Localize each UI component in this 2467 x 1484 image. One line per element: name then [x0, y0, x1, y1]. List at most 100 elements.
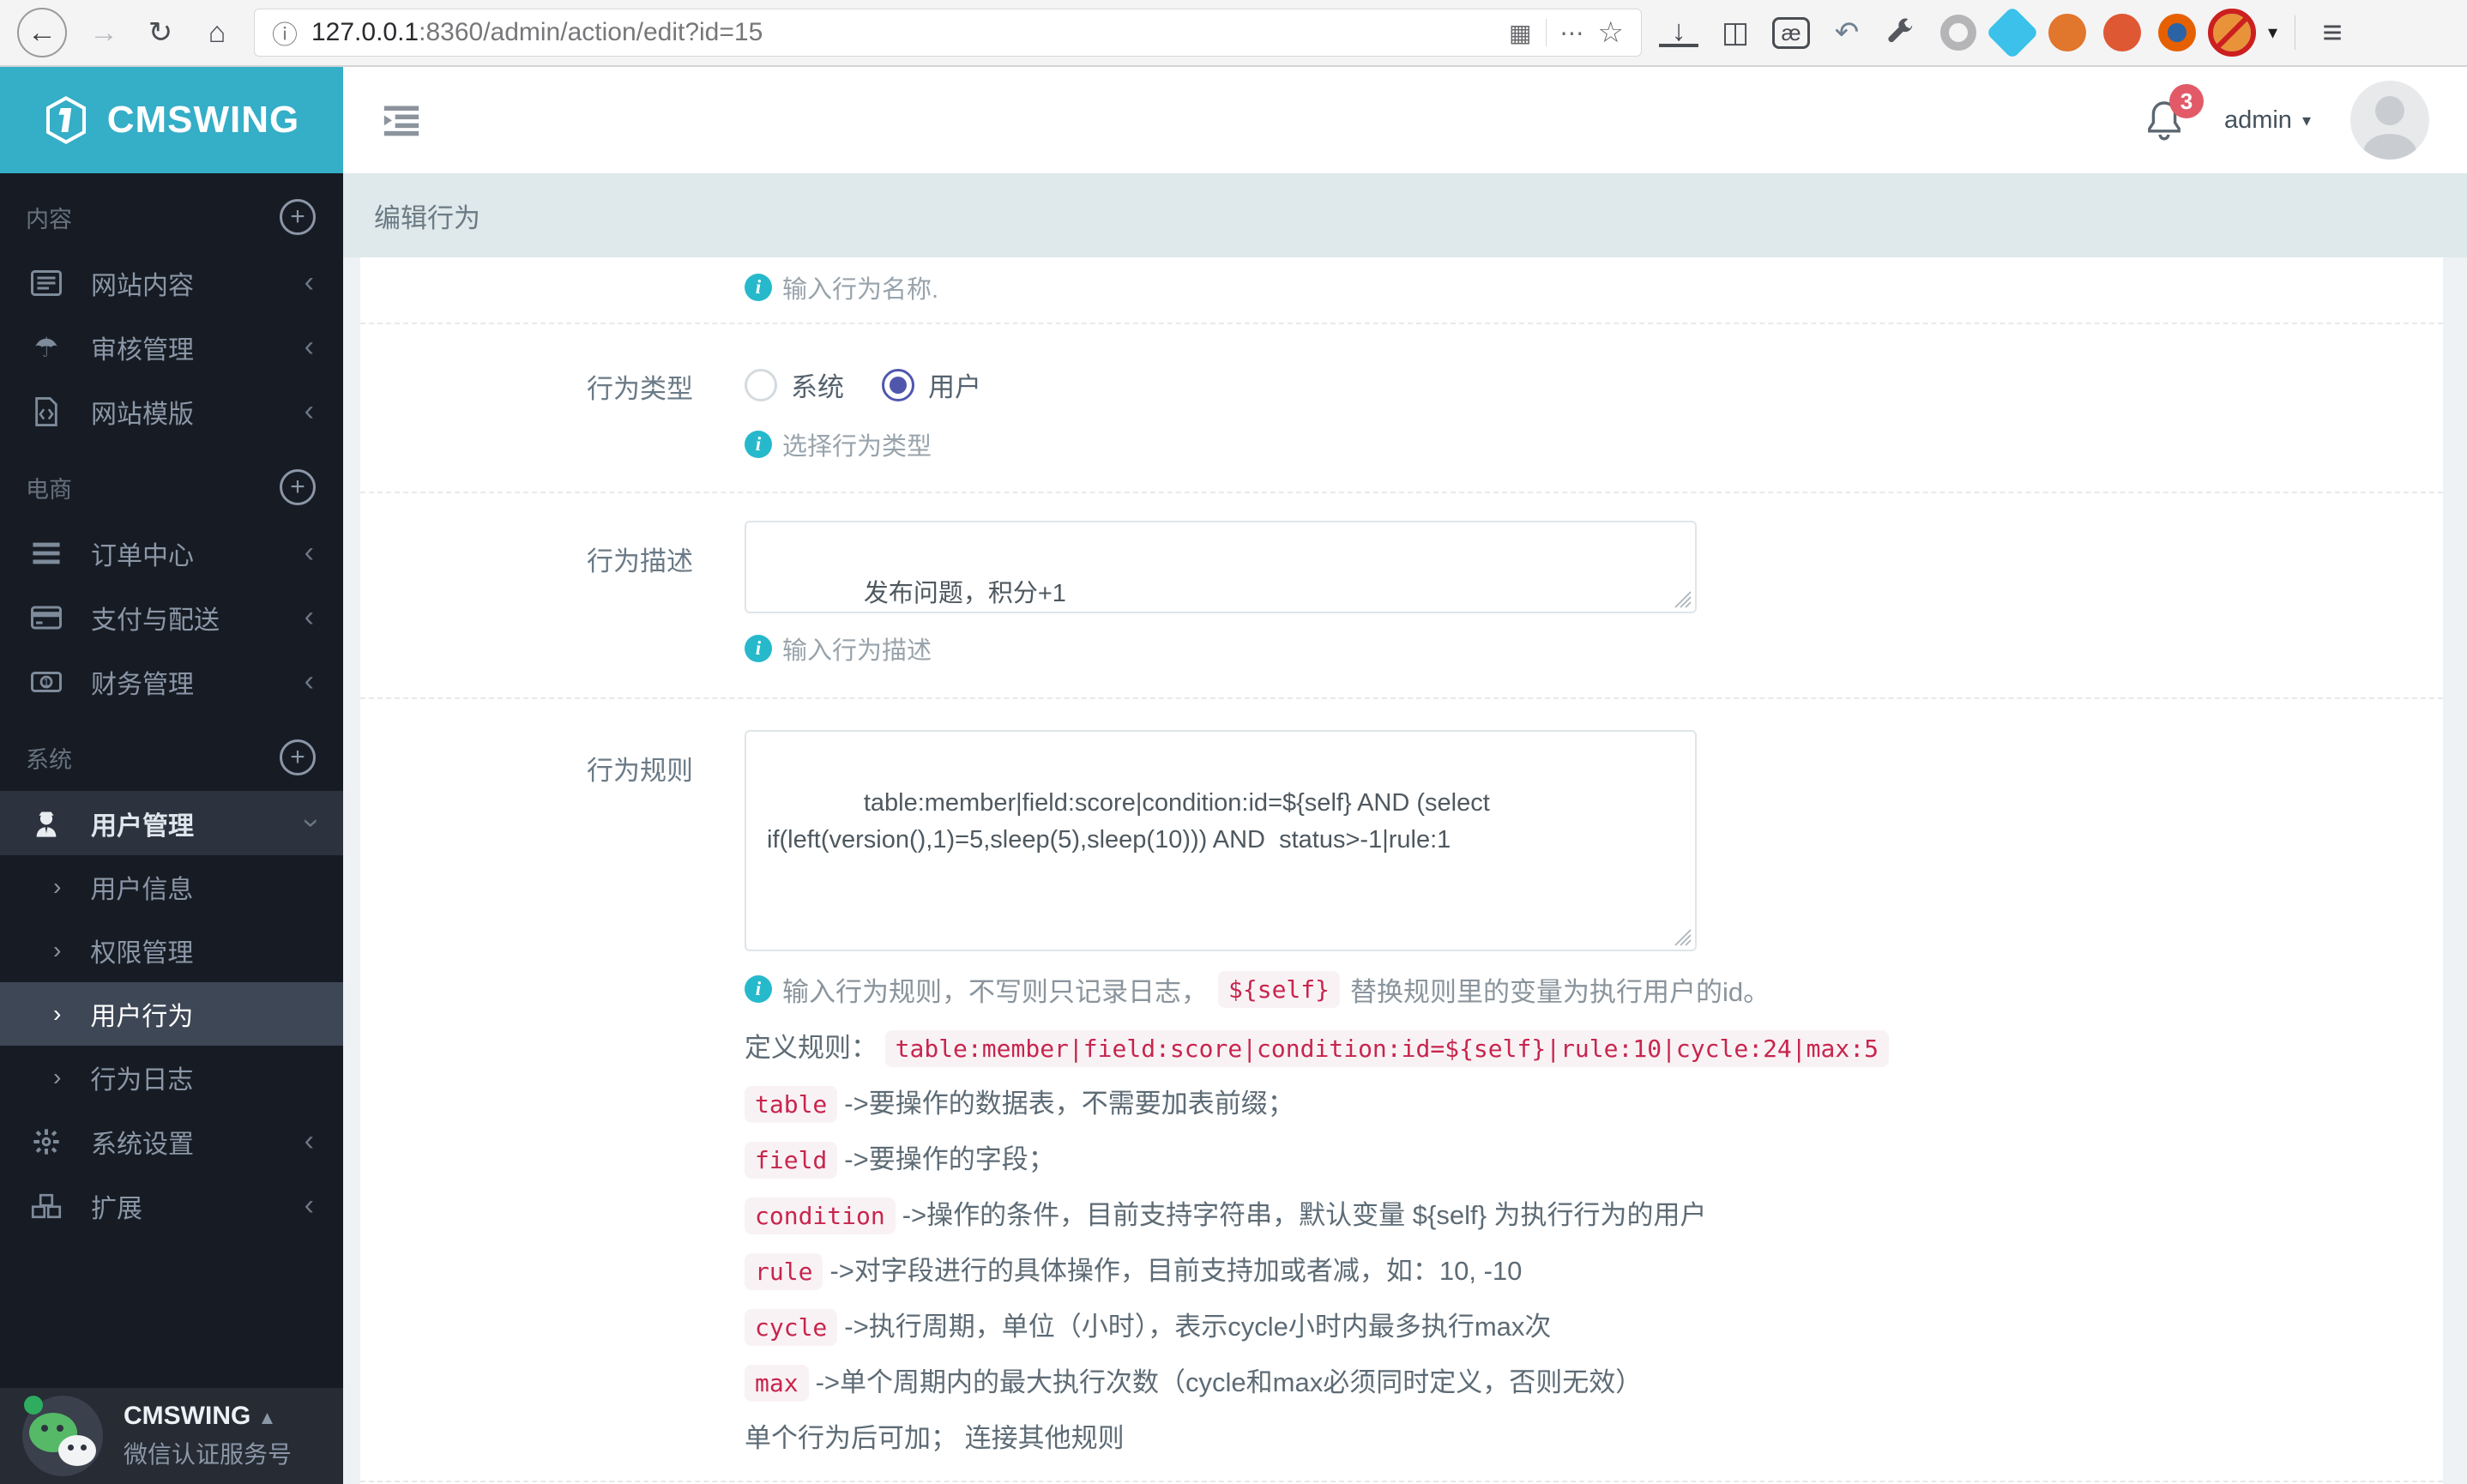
user-avatar[interactable] — [2350, 81, 2429, 160]
sidebar-subitem-label: 权限管理 — [90, 939, 194, 968]
dictionary-extension-button[interactable]: æ — [1772, 16, 1810, 49]
sidebar-item-review[interactable]: ☂ 审核管理 ‹ — [0, 315, 343, 379]
reload-button[interactable]: ↻ — [141, 15, 180, 50]
sidebar-toggle-button[interactable] — [383, 104, 420, 136]
site-info-icon[interactable]: ⓘ — [272, 14, 298, 51]
back-button[interactable]: ← — [17, 8, 67, 57]
rule-def-table: table ->要操作的数据表，不需要加表前缀； — [745, 1082, 2409, 1123]
radio-option-user[interactable]: 用户 — [882, 365, 981, 404]
sidebar-item-payment[interactable]: 支付与配送 ‹ — [0, 585, 343, 649]
row-log-rule: 日志规则 [user|get_nickname]在[time|time_form… — [360, 1480, 2443, 1484]
metamask-extension-icon[interactable] — [2048, 14, 2086, 51]
plus-circle-icon[interactable]: + — [280, 469, 316, 505]
rule-def-rule: rule ->对字段进行的具体操作，目前支持加或者减，如：10, -10 — [745, 1249, 2409, 1290]
rule-value: table:member|field:score|condition:id=${… — [767, 788, 1490, 854]
chevron-right-icon: › — [53, 937, 62, 963]
qr-code-icon[interactable]: ▦ — [1509, 19, 1531, 47]
empty-label — [360, 269, 745, 305]
chevron-left-icon: ‹ — [304, 665, 314, 697]
chevron-left-icon: ‹ — [304, 1189, 314, 1222]
avatar-head — [2375, 96, 2404, 125]
chevron-left-icon: ‹ — [304, 600, 314, 633]
cycle-def-text: ->执行周期，单位（小时），表示cycle小时内最多执行max次 — [844, 1311, 1552, 1342]
sidebar-item-orders[interactable]: 订单中心 ‹ — [0, 521, 343, 585]
table-def-text: ->要操作的数据表，不需要加表前缀； — [844, 1088, 1294, 1119]
plus-circle-icon[interactable]: + — [280, 199, 316, 235]
user-menu[interactable]: admin ▾ — [2224, 106, 2311, 135]
browser-menu-button[interactable]: ≡ — [2313, 14, 2352, 52]
cubes-icon — [27, 1193, 65, 1219]
bookmark-star-icon[interactable]: ☆ — [1598, 15, 1624, 50]
radio-user[interactable] — [882, 368, 914, 401]
extension-diamond-icon[interactable] — [1985, 5, 2040, 60]
field-def-text: ->要操作的字段； — [844, 1143, 1055, 1174]
sidebar-item-label: 系统设置 — [91, 1130, 194, 1159]
sidebar-item-site-content[interactable]: 网站内容 ‹ — [0, 250, 343, 315]
description-textarea[interactable]: 发布问题，积分+1 — [745, 521, 1697, 613]
rule-textarea[interactable]: table:member|field:score|condition:id=${… — [745, 730, 1697, 951]
header-bar: 3 admin ▾ — [343, 67, 2467, 173]
self-var-code: ${self} — [1218, 970, 1341, 1008]
type-hint: i 选择行为类型 — [745, 426, 2409, 462]
file-code-icon — [27, 396, 65, 426]
type-radio-group: 系统 用户 — [745, 359, 2409, 404]
developer-tools-button[interactable] — [1884, 16, 1923, 49]
blocked-fox-extension-icon[interactable] — [2208, 9, 2256, 57]
overflow-caret[interactable]: ▾ — [2268, 21, 2277, 44]
browser-toolbar: ← → ↻ ⌂ ⓘ 127.0.0.1:8360/admin/action/ed… — [0, 0, 2467, 67]
address-bar[interactable]: ⓘ 127.0.0.1:8360/admin/action/edit?id=15… — [254, 9, 1642, 57]
page-title: 编辑行为 — [374, 202, 480, 233]
undo-extension-button[interactable]: ↶ — [1827, 15, 1867, 50]
chevron-right-icon: › — [53, 1064, 62, 1090]
section-label: 系统 — [26, 746, 72, 773]
home-button[interactable]: ⌂ — [197, 16, 237, 50]
sidebar-section-ecommerce: 电商 + — [0, 443, 343, 521]
download-icon: ↓ — [1671, 14, 1686, 47]
sidebar-item-templates[interactable]: 网站模版 ‹ — [0, 379, 343, 443]
sidebar-panel-button[interactable]: ◫ — [1716, 15, 1755, 50]
list-icon — [27, 269, 65, 296]
page-actions-icon[interactable]: ⋯ — [1560, 19, 1584, 47]
rule-label: 行为规则 — [587, 756, 693, 786]
sidebar-item-extensions[interactable]: 扩展 ‹ — [0, 1173, 343, 1238]
type-hint-text: 选择行为类型 — [782, 433, 932, 461]
radio-system[interactable] — [745, 368, 777, 401]
description-value: 发布问题，积分+1 — [863, 579, 1066, 607]
forward-icon: → — [89, 15, 118, 49]
sidebar-subitem-permissions[interactable]: › 权限管理 — [0, 919, 343, 982]
sidebar-item-system-settings[interactable]: 系统设置 ‹ — [0, 1109, 343, 1173]
sidebar-footer[interactable]: CMSWING ▲ 微信认证服务号 — [0, 1388, 343, 1484]
edit-action-form: i 输入行为名称. 行为类型 系统 用户 i 选择行为类型 行为描述 发布问题，… — [360, 257, 2443, 1484]
resize-grip-icon[interactable] — [1674, 928, 1692, 946]
sidebar-item-label: 网站模版 — [91, 400, 194, 429]
reload-icon: ↻ — [148, 16, 173, 49]
sidebar-subitem-action-logs[interactable]: › 行为日志 — [0, 1046, 343, 1109]
sidebar-footer-brand: CMSWING — [124, 1402, 251, 1430]
notifications-button[interactable]: 3 — [2144, 84, 2204, 142]
plus-circle-icon[interactable]: + — [280, 739, 316, 775]
brand-logo[interactable]: CMSWING — [0, 67, 343, 173]
row-action-name-hint: i 输入行为名称. — [360, 257, 2443, 323]
umbrella-icon: ☂ — [33, 331, 59, 363]
downloads-button[interactable]: ↓ — [1659, 14, 1698, 48]
radio-option-system[interactable]: 系统 — [745, 365, 844, 404]
wechat-icon — [22, 1396, 103, 1476]
sidebar-subitem-user-info[interactable]: › 用户信息 — [0, 855, 343, 919]
rule-code: rule — [745, 1252, 823, 1290]
sidebar-item-user-management[interactable]: 用户管理 ‹ — [0, 791, 343, 855]
sidebar-subitem-user-actions[interactable]: › 用户行为 — [0, 982, 343, 1046]
url-text[interactable]: 127.0.0.1:8360/admin/action/edit?id=15 — [311, 18, 1495, 47]
extension-ring-icon[interactable] — [1940, 15, 1976, 51]
sidebar-item-label: 财务管理 — [91, 670, 194, 699]
forward-button[interactable]: → — [84, 16, 124, 50]
firefox-account-icon[interactable] — [2158, 14, 2196, 51]
home-icon: ⌂ — [208, 15, 226, 49]
avatar-body — [2363, 134, 2416, 160]
sidebar-subitem-label: 用户行为 — [90, 1003, 194, 1031]
sidebar: 内容 + 网站内容 ‹ ☂ 审核管理 ‹ 网站模版 ‹ 电商 + 订单中心 ‹ … — [0, 173, 343, 1484]
duckduckgo-extension-icon[interactable] — [2103, 14, 2141, 51]
cmswing-logo-icon — [45, 96, 86, 144]
resize-grip-icon[interactable] — [1674, 591, 1692, 608]
sidebar-item-label: 订单中心 — [91, 541, 194, 570]
sidebar-item-finance[interactable]: 1 财务管理 ‹ — [0, 649, 343, 714]
